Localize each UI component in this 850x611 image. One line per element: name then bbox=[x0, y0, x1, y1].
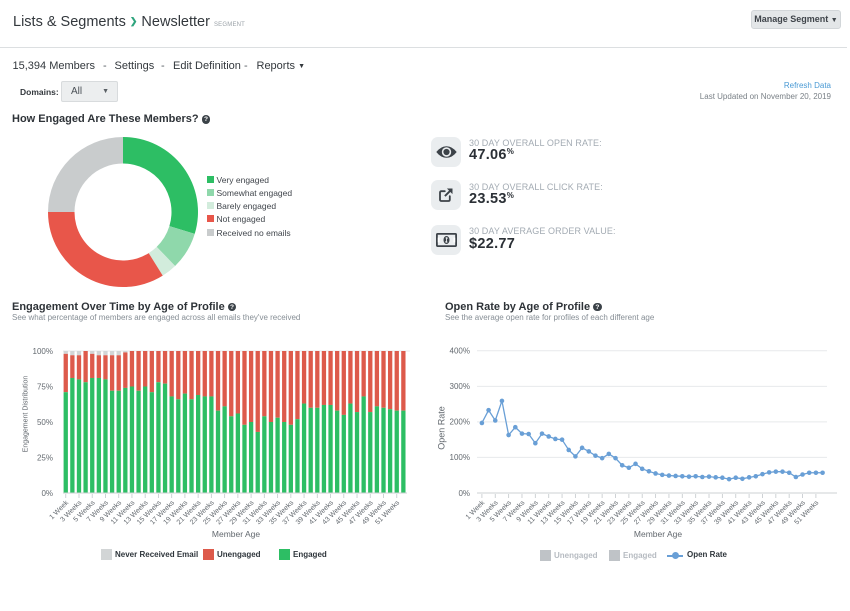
svg-text:0%: 0% bbox=[458, 489, 470, 498]
svg-text:200%: 200% bbox=[450, 418, 470, 427]
svg-text:Member Age: Member Age bbox=[634, 529, 682, 539]
svg-text:Open Rate: Open Rate bbox=[437, 406, 447, 450]
svg-text:400%: 400% bbox=[450, 347, 470, 356]
svg-text:100%: 100% bbox=[450, 453, 470, 462]
svg-text:300%: 300% bbox=[450, 382, 470, 391]
